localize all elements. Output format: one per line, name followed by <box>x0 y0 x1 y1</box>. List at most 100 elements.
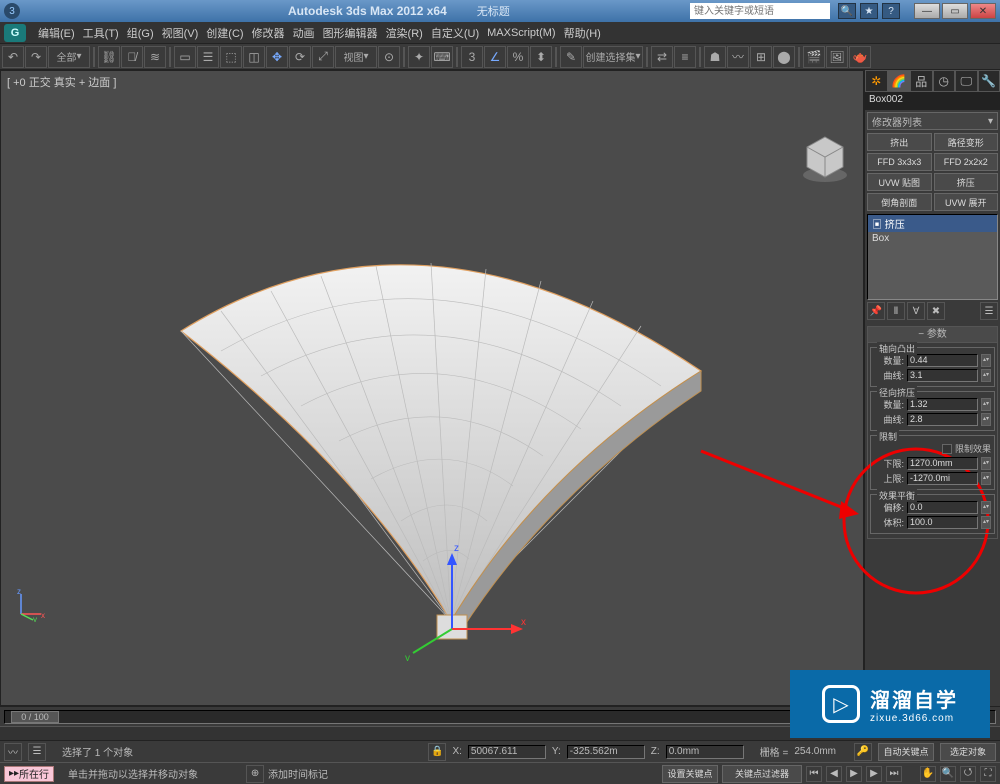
render-icon[interactable]: 🫖 <box>849 46 871 68</box>
track-config-icon[interactable]: ☰ <box>28 743 46 761</box>
lower-limit-field[interactable]: 1270.0mm <box>907 457 978 470</box>
selset-button[interactable]: 选定对象 <box>940 743 996 761</box>
bind-icon[interactable]: ≋ <box>144 46 166 68</box>
redo-icon[interactable]: ↷ <box>25 46 47 68</box>
tab-modify-icon[interactable]: 🌈 <box>888 70 911 92</box>
tab-motion-icon[interactable]: ◷ <box>933 70 956 92</box>
mini-curve-icon[interactable]: 〰 <box>4 743 22 761</box>
unique-icon[interactable]: ∀ <box>907 302 925 320</box>
lock-icon[interactable]: 🔒 <box>428 743 446 761</box>
manip-icon[interactable]: ✦ <box>408 46 430 68</box>
sel-filter-dropdown[interactable]: 全部 ▾ <box>48 46 90 68</box>
mirror-icon[interactable]: ⇄ <box>651 46 673 68</box>
schematic-icon[interactable]: ⊞ <box>750 46 772 68</box>
modifier-list-dropdown[interactable]: 修改器列表▾ <box>867 112 998 130</box>
modifier-stack[interactable]: ▣ 挤压 Box <box>867 214 998 300</box>
named-sel-dropdown[interactable]: 创建选择集 ▾ <box>583 46 643 68</box>
btn-uvwunwrap[interactable]: UVW 展开 <box>934 193 999 211</box>
menu-tools[interactable]: 工具(T) <box>79 25 123 41</box>
align-icon[interactable]: ≡ <box>674 46 696 68</box>
spinner-snap-icon[interactable]: ⬍ <box>530 46 552 68</box>
z-coord-field[interactable]: 0.0mm <box>666 745 744 759</box>
layers-icon[interactable]: ☗ <box>704 46 726 68</box>
show-end-icon[interactable]: Ⅱ <box>887 302 905 320</box>
spinner-icon[interactable]: ▴▾ <box>981 457 991 470</box>
spinner-icon[interactable]: ▴▾ <box>981 501 991 514</box>
help-icon[interactable]: 🔍 <box>838 3 856 19</box>
named-sel-edit-icon[interactable]: ✎ <box>560 46 582 68</box>
viewcube-icon[interactable] <box>797 131 853 187</box>
time-handle[interactable]: 0 / 100 <box>11 711 59 723</box>
keymode-icon[interactable]: ⌨ <box>431 46 453 68</box>
y-coord-field[interactable]: -325.562m <box>567 745 645 759</box>
move-icon[interactable]: ✥ <box>266 46 288 68</box>
viewport-zoom-icon[interactable]: 🔍 <box>940 766 956 782</box>
fav-icon[interactable]: ? <box>882 3 900 19</box>
angle-snap-icon[interactable]: ∠ <box>484 46 506 68</box>
viewport-label[interactable]: [ +0 正交 真实 + 边面 ] <box>7 74 116 90</box>
menu-grapheditor[interactable]: 图形编辑器 <box>319 25 382 41</box>
menu-help[interactable]: 帮助(H) <box>560 25 605 41</box>
btn-uvwmap[interactable]: UVW 贴图 <box>867 173 932 191</box>
autokey-button[interactable]: 自动关键点 <box>878 743 934 761</box>
btn-extrude[interactable]: 挤出 <box>867 133 932 151</box>
select-name-icon[interactable]: ☰ <box>197 46 219 68</box>
spinner-icon[interactable]: ▴▾ <box>981 369 991 382</box>
upper-limit-field[interactable]: -1270.0mi <box>907 472 978 485</box>
max-logo-icon[interactable]: G <box>4 24 26 42</box>
menu-edit[interactable]: 编辑(E) <box>34 25 79 41</box>
rollout-header[interactable]: − 参数 <box>868 327 997 343</box>
pivot-icon[interactable]: ⊙ <box>378 46 400 68</box>
axial-curve-field[interactable]: 3.1 <box>907 369 978 382</box>
setkey-button[interactable]: 设置关键点 <box>662 765 718 783</box>
spinner-icon[interactable]: ▴▾ <box>981 398 991 411</box>
viewport[interactable]: [ +0 正交 真实 + 边面 ] <box>0 70 864 706</box>
goto-end-icon[interactable]: ⏭ <box>886 766 902 782</box>
menu-group[interactable]: 组(G) <box>123 25 158 41</box>
goto-start-icon[interactable]: ⏮ <box>806 766 822 782</box>
play-icon[interactable]: ▶ <box>846 766 862 782</box>
select-rect-icon[interactable]: ⬚ <box>220 46 242 68</box>
prev-frame-icon[interactable]: ◀ <box>826 766 842 782</box>
limit-checkbox[interactable] <box>942 444 952 454</box>
material-icon[interactable]: ⬤ <box>773 46 795 68</box>
menu-render[interactable]: 渲染(R) <box>382 25 427 41</box>
stack-item-box[interactable]: Box <box>868 232 997 245</box>
comm-icon[interactable]: ★ <box>860 3 878 19</box>
btn-bevelprofile[interactable]: 倒角剖面 <box>867 193 932 211</box>
axial-amount-field[interactable]: 0.44 <box>907 354 978 367</box>
menu-customize[interactable]: 自定义(U) <box>427 25 483 41</box>
percent-snap-icon[interactable]: % <box>507 46 529 68</box>
spinner-icon[interactable]: ▴▾ <box>981 516 991 529</box>
key-toggle-icon[interactable]: 🔑 <box>854 743 872 761</box>
window-cross-icon[interactable]: ◫ <box>243 46 265 68</box>
maximize-button[interactable]: ▭ <box>942 3 968 19</box>
pin-stack-icon[interactable]: 📌 <box>867 302 885 320</box>
select-icon[interactable]: ▭ <box>174 46 196 68</box>
spinner-icon[interactable]: ▴▾ <box>981 472 991 485</box>
menu-anim[interactable]: 动画 <box>289 25 319 41</box>
link-icon[interactable]: ⛓ <box>98 46 120 68</box>
viewport-max-icon[interactable]: ⛶ <box>980 766 996 782</box>
spinner-icon[interactable]: ▴▾ <box>981 413 991 426</box>
render-setup-icon[interactable]: 🎬 <box>803 46 825 68</box>
volume-field[interactable]: 100.0 <box>907 516 978 529</box>
radial-curve-field[interactable]: 2.8 <box>907 413 978 426</box>
curve-editor-icon[interactable]: 〰 <box>727 46 749 68</box>
x-coord-field[interactable]: 50067.611 <box>468 745 546 759</box>
snap-icon[interactable]: 3 <box>461 46 483 68</box>
viewport-pan-icon[interactable]: ✋ <box>920 766 936 782</box>
viewport-orbit-icon[interactable]: ⭯ <box>960 766 976 782</box>
search-input[interactable] <box>690 3 830 19</box>
menu-create[interactable]: 创建(C) <box>202 25 247 41</box>
menu-modifiers[interactable]: 修改器 <box>248 25 289 41</box>
radial-amount-field[interactable]: 1.32 <box>907 398 978 411</box>
rotate-icon[interactable]: ⟳ <box>289 46 311 68</box>
scale-icon[interactable]: ⤢ <box>312 46 334 68</box>
menu-view[interactable]: 视图(V) <box>158 25 203 41</box>
configure-icon[interactable]: ☰ <box>980 302 998 320</box>
tab-display-icon[interactable]: 🖵 <box>955 70 978 92</box>
ref-coord-dropdown[interactable]: 视图 ▾ <box>335 46 377 68</box>
keyfilter-button[interactable]: 关键点过滤器 <box>722 765 802 783</box>
btn-ffd3[interactable]: FFD 3x3x3 <box>867 153 932 171</box>
